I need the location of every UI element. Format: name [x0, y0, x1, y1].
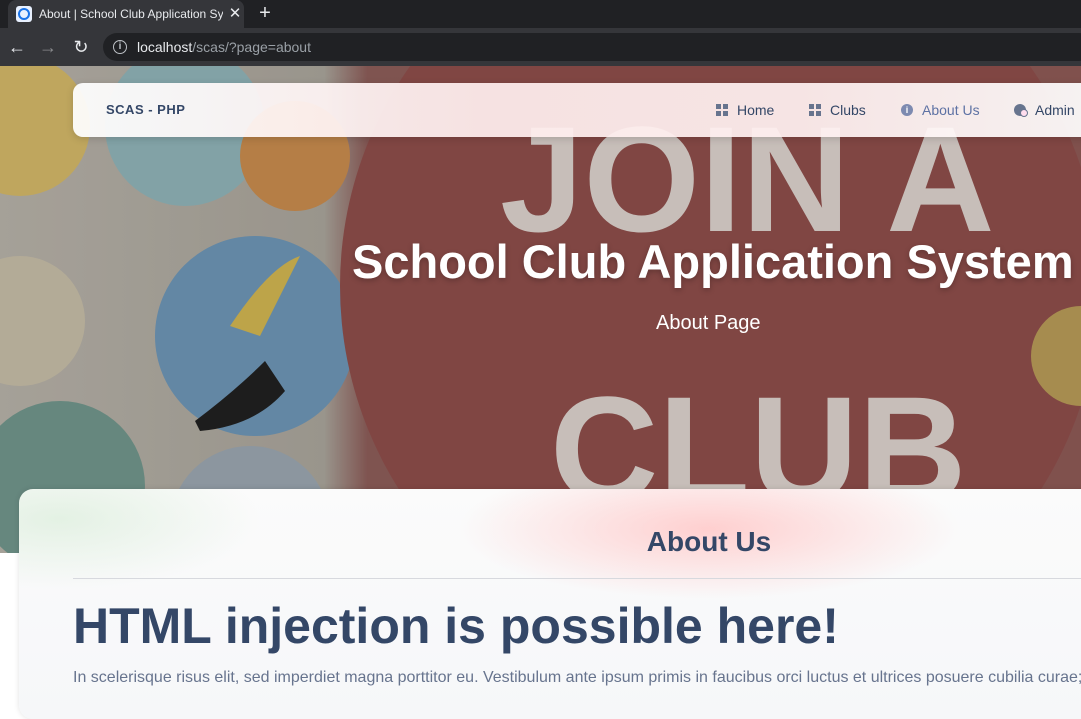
- injected-heading: HTML injection is possible here!: [73, 598, 839, 654]
- tab-title: About | School Club Application System: [39, 7, 223, 21]
- browser-titlebar: About | School Club Application System ✕…: [0, 0, 1081, 28]
- favicon-icon: [16, 6, 32, 22]
- back-button[interactable]: ←: [7, 37, 27, 57]
- browser-toolbar: ← → ↻ i localhost/scas/?page=about: [0, 28, 1081, 66]
- site-info-icon[interactable]: i: [113, 40, 127, 54]
- section-title: About Us: [646, 526, 772, 557]
- nav-clubs[interactable]: Clubs: [809, 102, 866, 118]
- brand-logo[interactable]: SCAS - PHP: [106, 102, 185, 117]
- close-tab-icon[interactable]: ✕: [226, 5, 244, 23]
- url-path: /scas/?page=about: [192, 39, 311, 55]
- hero-title: School Club Application System: [352, 235, 1074, 288]
- hero-banner: JOIN A CLUB: [0, 66, 1081, 553]
- about-paragraph: In scelerisque risus elit, sed imperdiet…: [73, 669, 1081, 686]
- reload-button[interactable]: ↻: [71, 37, 91, 57]
- nav-admin-label: Admin: [1035, 102, 1075, 118]
- nav-about-label: About Us: [922, 102, 980, 118]
- nav-clubs-label: Clubs: [830, 102, 866, 118]
- dashboard-icon: [716, 104, 728, 116]
- hero-overlay: [0, 66, 1081, 553]
- divider: [73, 578, 1081, 579]
- admin-icon: [1014, 104, 1028, 117]
- nav-admin[interactable]: Admin: [1014, 102, 1075, 118]
- url-text[interactable]: localhost/scas/?page=about: [137, 39, 311, 55]
- new-tab-button[interactable]: +: [255, 3, 275, 23]
- forward-button[interactable]: →: [38, 37, 58, 57]
- info-icon: i: [901, 104, 913, 116]
- hero-subtitle: About Page: [656, 312, 761, 334]
- browser-tab[interactable]: About | School Club Application System ✕: [8, 0, 244, 28]
- site-navbar: SCAS - PHP Home Clubs i About Us Admin: [73, 83, 1081, 137]
- grid-icon: [809, 104, 821, 116]
- address-bar[interactable]: i localhost/scas/?page=about: [103, 33, 1081, 61]
- nav-about[interactable]: i About Us: [901, 102, 980, 118]
- about-card: About Us HTML injection is possible here…: [19, 489, 1081, 719]
- nav-home[interactable]: Home: [716, 102, 774, 118]
- nav-home-label: Home: [737, 102, 775, 118]
- url-host: localhost: [137, 39, 193, 55]
